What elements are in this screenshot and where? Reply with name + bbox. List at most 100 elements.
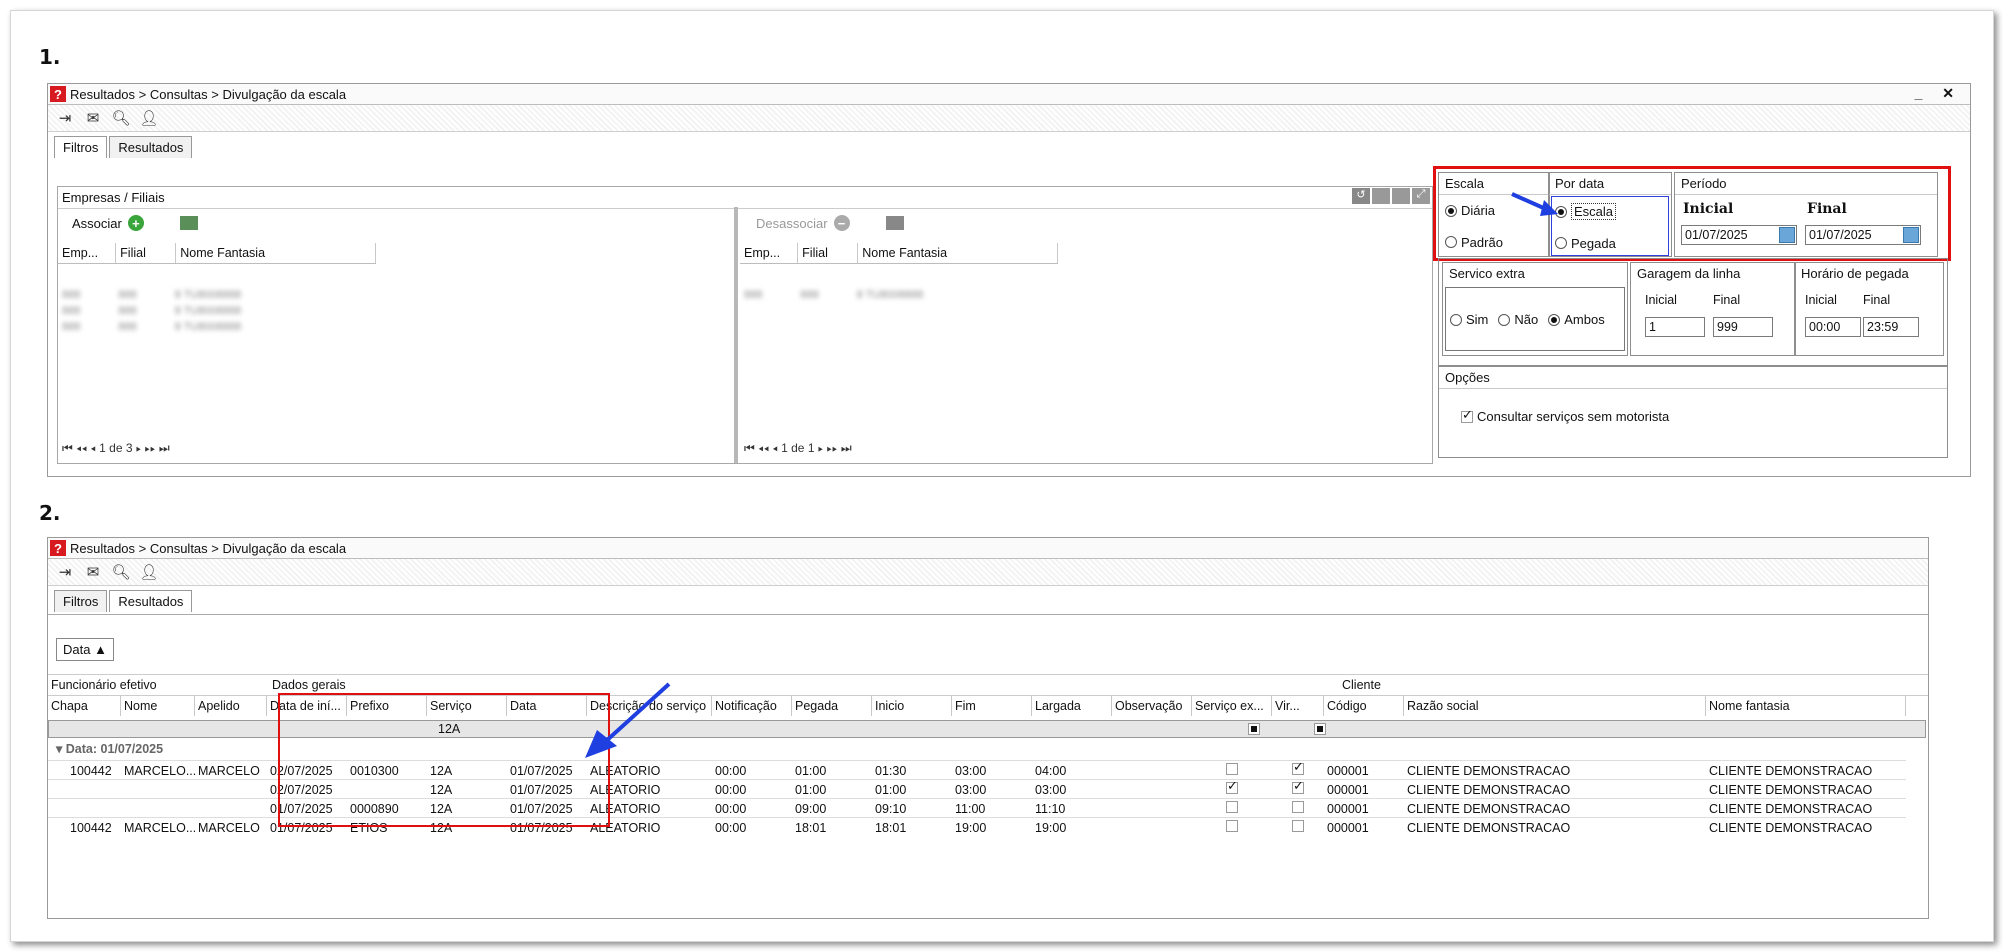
sort-asc-icon[interactable]: ▲ xyxy=(94,642,107,657)
calendar-icon[interactable] xyxy=(1903,227,1919,243)
col-header[interactable]: Prefixo xyxy=(347,696,427,716)
prev-page-icon[interactable]: ◂◂ xyxy=(76,441,87,455)
garagem-inicial-input[interactable]: 1 xyxy=(1645,317,1705,337)
first-page-icon[interactable]: ⏮ xyxy=(62,441,73,455)
radio-sim[interactable]: Sim xyxy=(1450,312,1488,327)
col-header[interactable]: Nome fantasia xyxy=(1706,696,1906,716)
message-icon[interactable]: ✉ xyxy=(82,562,104,582)
col-header[interactable]: Nome xyxy=(121,696,195,716)
col-nome-fantasia[interactable]: Nome Fantasia xyxy=(176,243,376,263)
calendar-icon[interactable] xyxy=(1779,227,1795,243)
table-row[interactable]: 888 888 8 TU8008888 xyxy=(58,319,376,335)
radio-pegada-dot[interactable] xyxy=(1555,237,1567,249)
garagem-final-input[interactable]: 999 xyxy=(1713,317,1773,337)
col-header[interactable]: Data de iní... xyxy=(267,696,347,716)
collapse-icon[interactable]: ▾ xyxy=(56,742,62,756)
group-by-chip[interactable]: Data ▲ xyxy=(56,638,114,661)
tab-resultados[interactable]: Resultados xyxy=(109,136,193,158)
table-row[interactable]: 888 888 8 TU8008888 xyxy=(740,287,1058,303)
col-filial[interactable]: Filial xyxy=(116,243,177,263)
tab-filtros-2[interactable]: Filtros xyxy=(54,590,108,612)
filter-vir-checkbox[interactable] xyxy=(1314,723,1326,735)
radio-ambos[interactable]: Ambos xyxy=(1548,312,1605,327)
last-page-icon-right[interactable]: ⏭ xyxy=(841,441,852,455)
consultar-option[interactable]: Consultar serviços sem motorista xyxy=(1461,407,1669,424)
user-icon[interactable]: 👤︎ xyxy=(138,108,160,128)
table-row[interactable]: 100442 MARCELO... MARCELO 01/07/2025 ETIOS 12… xyxy=(48,817,1906,837)
filter-extra-checkbox[interactable] xyxy=(1248,723,1260,735)
add-list-icon[interactable] xyxy=(179,216,198,230)
col-header[interactable]: Pegada xyxy=(792,696,872,716)
col-header[interactable]: Chapa xyxy=(48,696,121,716)
col-header[interactable]: Inicio xyxy=(872,696,952,716)
radio-pegada[interactable]: Pegada xyxy=(1555,236,1616,251)
exit-icon[interactable]: ⇥ xyxy=(54,562,76,582)
vir-checkbox[interactable] xyxy=(1292,763,1304,775)
col-header[interactable]: Data xyxy=(507,696,587,716)
col-header[interactable]: Fim xyxy=(952,696,1032,716)
table-row[interactable]: 02/07/2025 12A 01/07/2025 ALEATORIO 00:00 01:… xyxy=(48,779,1906,799)
desassociar-button[interactable]: Desassociar xyxy=(756,216,828,231)
col-header[interactable]: Vir... xyxy=(1272,696,1324,716)
col-header[interactable]: Largada xyxy=(1032,696,1112,716)
group-row[interactable]: ▾ Data: 01/07/2025 xyxy=(56,741,163,756)
col-header[interactable]: Observação xyxy=(1112,696,1192,716)
remove-icon[interactable]: − xyxy=(833,215,850,231)
radio-sim-dot[interactable] xyxy=(1450,313,1462,326)
vir-checkbox[interactable] xyxy=(1292,801,1304,813)
radio-nao[interactable]: Não xyxy=(1498,312,1538,327)
radio-nao-dot[interactable] xyxy=(1498,313,1511,326)
search-icon[interactable]: 🔍︎ xyxy=(110,562,132,582)
col-header[interactable]: Serviço ex... xyxy=(1192,696,1272,716)
radio-escala[interactable]: Escala xyxy=(1555,203,1617,220)
col-nome-fantasia-right[interactable]: Nome Fantasia xyxy=(858,243,1058,263)
periodo-final-input[interactable]: 01/07/2025 xyxy=(1805,225,1921,245)
next-page-icon[interactable]: ▸▸ xyxy=(145,441,156,455)
col-emp-right[interactable]: Emp... xyxy=(740,243,799,263)
expand-icon[interactable]: ⤢ xyxy=(1412,188,1430,204)
window-controls[interactable]: _ ✕ xyxy=(1915,85,1962,102)
splitter[interactable] xyxy=(734,207,738,463)
col-header[interactable]: Código xyxy=(1324,696,1404,716)
grid-icon[interactable] xyxy=(1372,188,1390,204)
consultar-checkbox[interactable] xyxy=(1461,407,1473,423)
tab-filtros[interactable]: Filtros xyxy=(54,136,108,158)
extra-checkbox[interactable] xyxy=(1226,782,1238,794)
radio-diaria-dot[interactable] xyxy=(1445,204,1457,217)
table-row[interactable]: 100442 MARCELO... MARCELO 02/07/2025 0010300… xyxy=(48,760,1906,780)
col-header[interactable]: Apelido xyxy=(195,696,267,716)
extra-checkbox[interactable] xyxy=(1226,820,1238,832)
col-emp[interactable]: Emp... xyxy=(58,243,117,263)
vir-checkbox[interactable] xyxy=(1292,782,1304,794)
message-icon[interactable]: ✉ xyxy=(82,108,104,128)
first-page-icon-right[interactable]: ⏮ xyxy=(744,441,755,455)
vir-checkbox[interactable] xyxy=(1292,820,1304,832)
tab-resultados-2[interactable]: Resultados xyxy=(109,590,193,612)
radio-padrao[interactable]: Padrão xyxy=(1445,235,1503,250)
remove-list-icon[interactable] xyxy=(885,216,904,230)
extra-checkbox[interactable] xyxy=(1226,801,1238,813)
table-row[interactable]: 888 888 8 TU8008888 xyxy=(58,303,376,319)
associar-button[interactable]: Associar xyxy=(72,216,122,231)
col-filial-right[interactable]: Filial xyxy=(798,243,859,263)
table-row[interactable]: 888 888 8 TU8008888 xyxy=(58,287,376,303)
col-header[interactable]: Notificação xyxy=(712,696,792,716)
search-icon[interactable]: 🔍︎ xyxy=(110,108,132,128)
horario-final-input[interactable]: 23:59 xyxy=(1863,317,1919,337)
add-icon[interactable]: + xyxy=(127,215,144,231)
horario-inicial-input[interactable]: 00:00 xyxy=(1805,317,1861,337)
col-header[interactable]: Serviço xyxy=(427,696,507,716)
filter-servico[interactable]: 12A xyxy=(438,722,460,736)
exit-icon[interactable]: ⇥ xyxy=(54,108,76,128)
periodo-inicial-input[interactable]: 01/07/2025 xyxy=(1681,225,1797,245)
extra-checkbox[interactable] xyxy=(1226,763,1238,775)
user-icon[interactable]: 👤︎ xyxy=(138,562,160,582)
table-row[interactable]: 01/07/2025 0000890 12A 01/07/2025 ALEATORIO 0… xyxy=(48,798,1906,818)
radio-diaria[interactable]: Diária xyxy=(1445,203,1495,218)
undo-icon[interactable]: ↺ xyxy=(1352,188,1370,204)
columns-icon[interactable] xyxy=(1392,188,1410,204)
radio-padrao-dot[interactable] xyxy=(1445,236,1457,248)
last-page-icon[interactable]: ⏭ xyxy=(159,441,170,455)
radio-ambos-dot[interactable] xyxy=(1548,313,1561,326)
col-header[interactable]: Razão social xyxy=(1404,696,1706,716)
